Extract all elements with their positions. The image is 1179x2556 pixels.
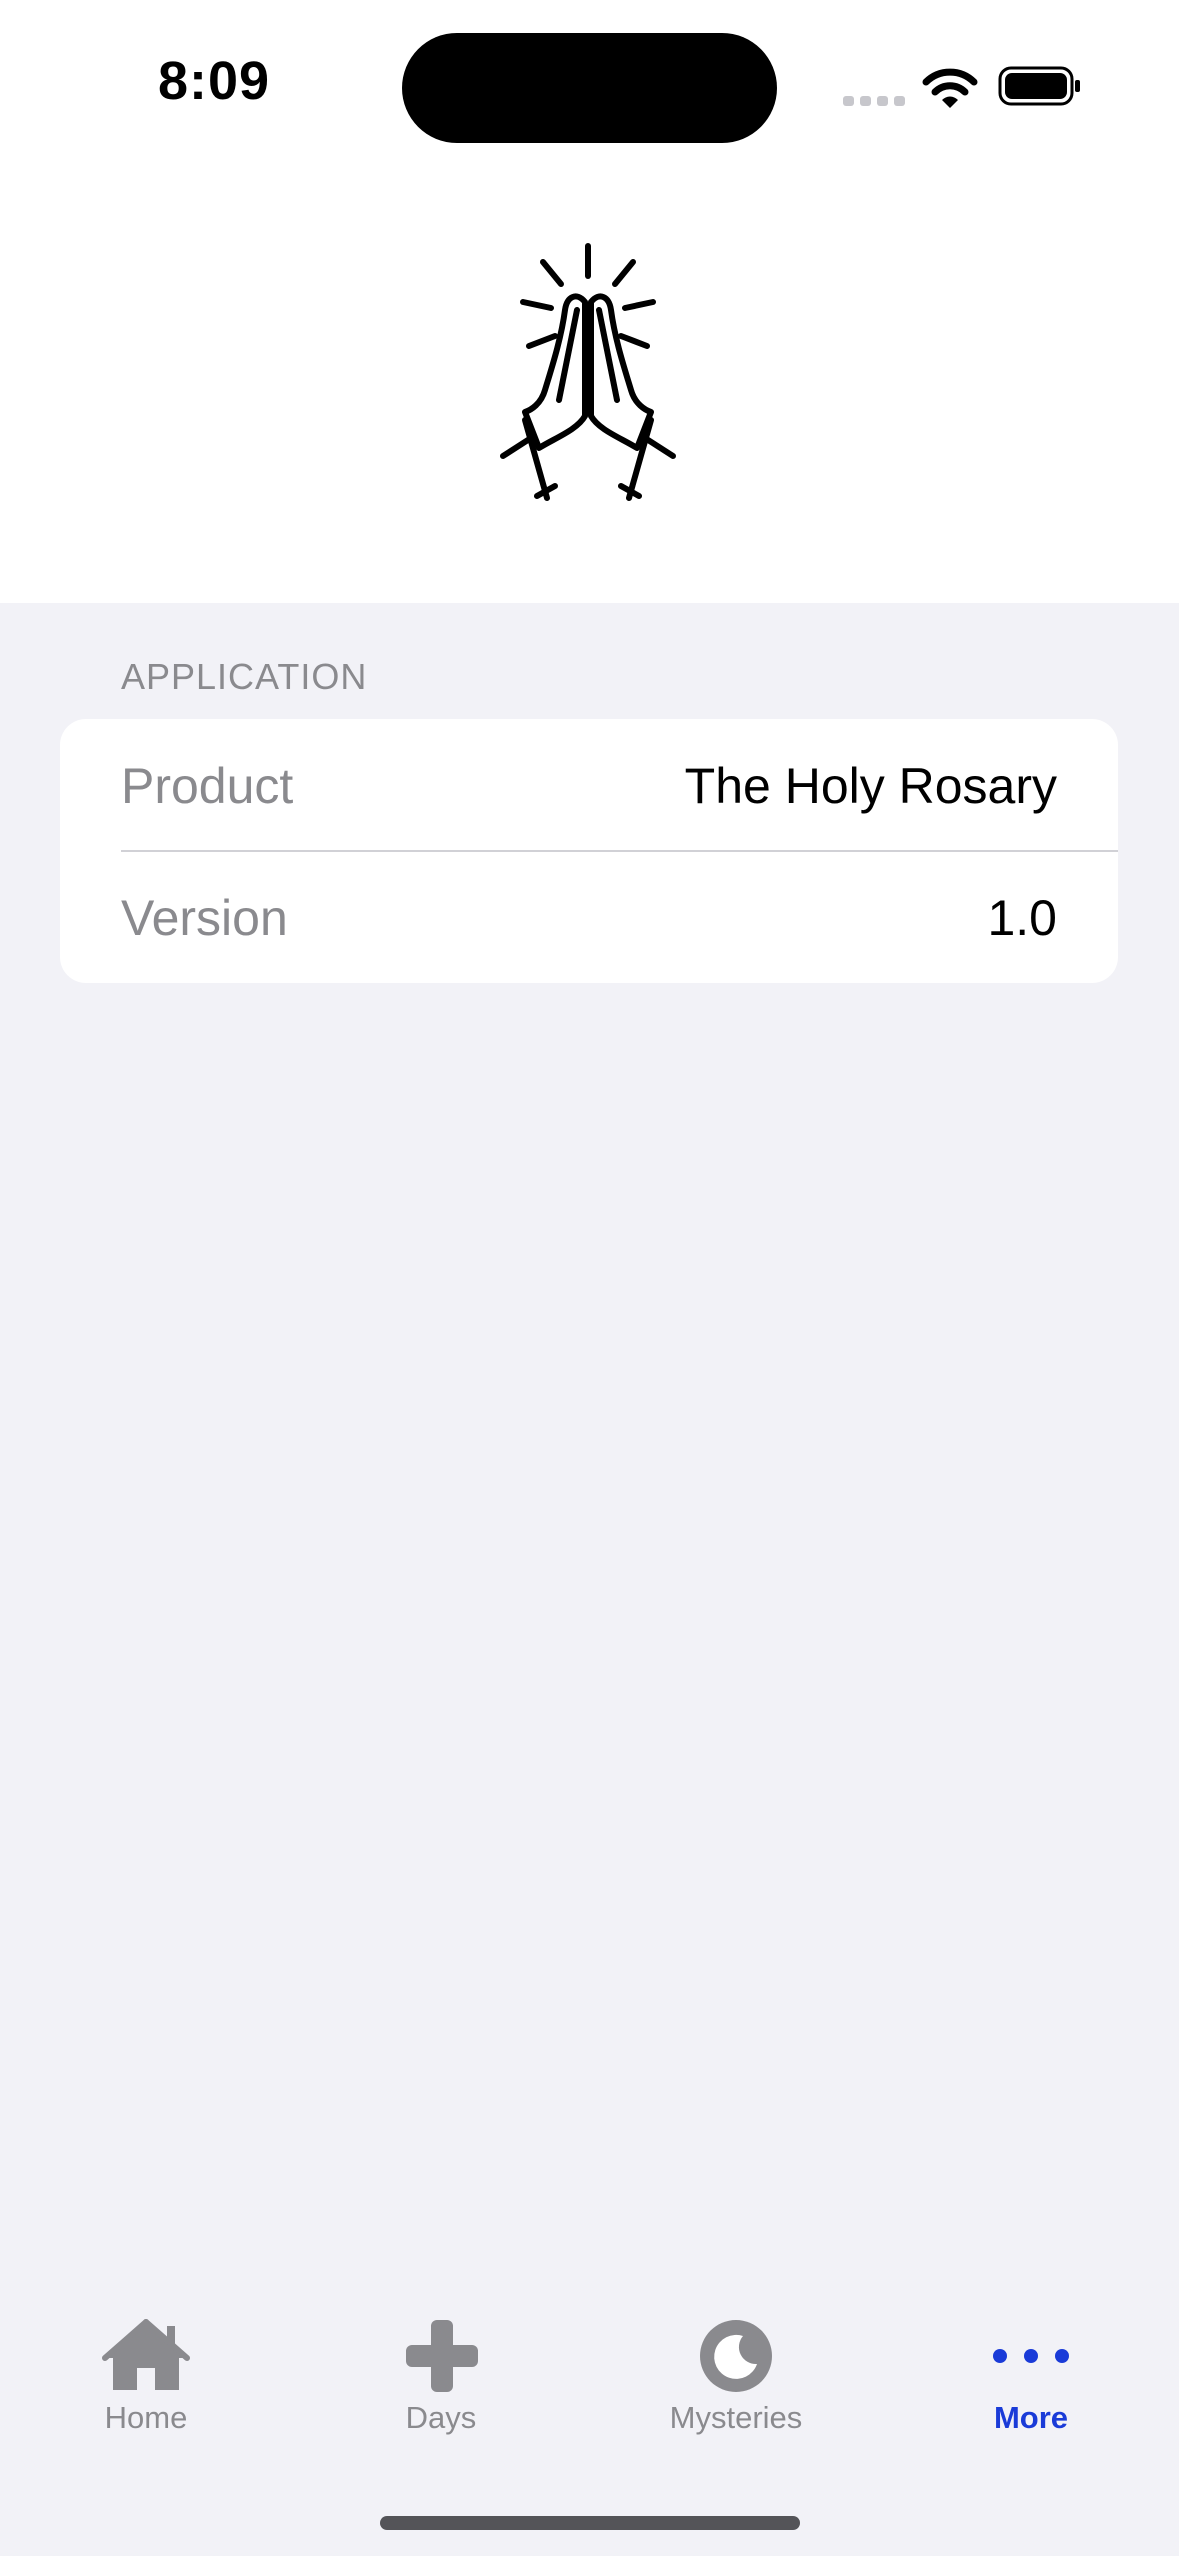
- product-value: The Holy Rosary: [684, 758, 1057, 814]
- tab-more[interactable]: More: [931, 2318, 1131, 2458]
- cross-icon: [406, 2320, 478, 2392]
- tab-days[interactable]: Days: [341, 2318, 541, 2458]
- version-label: Version: [121, 890, 288, 946]
- product-row: Product The Holy Rosary: [60, 719, 1118, 852]
- battery-icon: [998, 66, 1080, 106]
- section-header-application: APPLICATION: [121, 656, 368, 697]
- status-bar: 8:09: [0, 0, 1179, 180]
- version-row: Version 1.0: [60, 851, 1118, 983]
- cellular-signal-icon: [843, 96, 905, 106]
- version-value: 1.0: [987, 890, 1057, 946]
- wifi-icon: [922, 68, 978, 108]
- dynamic-island: [402, 33, 777, 143]
- tab-more-label: More: [993, 2400, 1069, 2435]
- tab-days-label: Days: [405, 2400, 477, 2435]
- application-info-card: Product The Holy Rosary Version 1.0: [60, 719, 1118, 983]
- ellipsis-icon: [993, 2349, 1069, 2363]
- praying-hands-icon: [500, 243, 676, 501]
- tab-mysteries[interactable]: Mysteries: [636, 2318, 836, 2458]
- house-icon: [102, 2319, 190, 2390]
- product-label: Product: [121, 758, 294, 814]
- moon-icon: [700, 2320, 772, 2392]
- tab-home[interactable]: Home: [46, 2318, 246, 2458]
- tab-home-label: Home: [104, 2400, 188, 2435]
- home-indicator[interactable]: [380, 2516, 800, 2530]
- tab-mysteries-label: Mysteries: [669, 2400, 803, 2435]
- status-time: 8:09: [158, 51, 271, 111]
